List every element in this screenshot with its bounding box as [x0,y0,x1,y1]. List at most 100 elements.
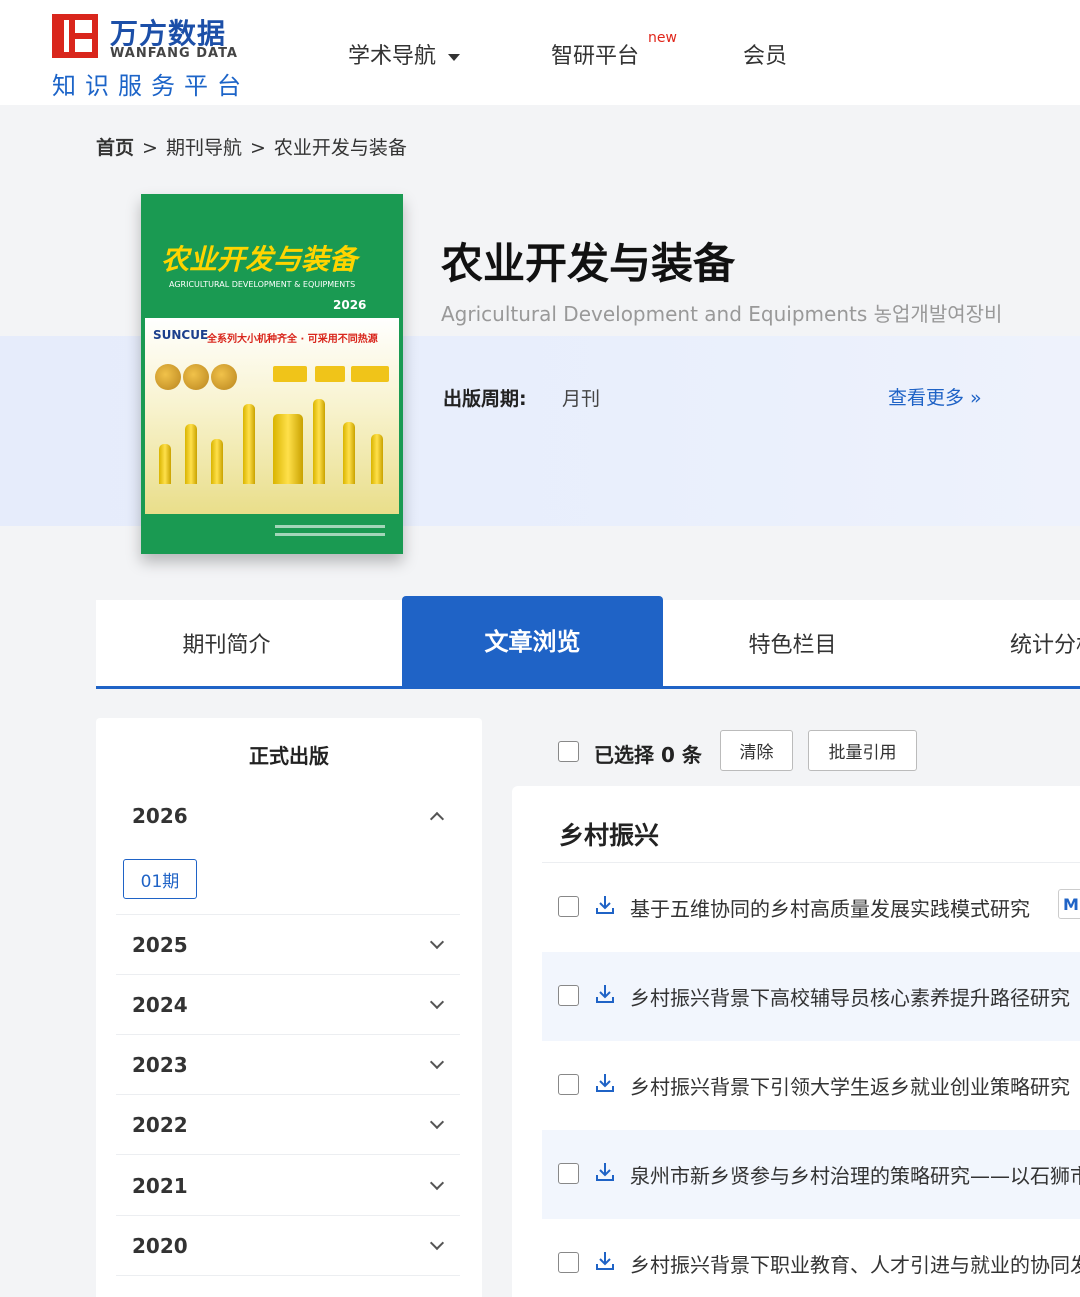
batch-cite-button[interactable]: 批量引用 [808,730,917,771]
article-title[interactable]: 乡村振兴背景下高校辅导员核心素养提升路径研究 [630,982,1070,1011]
year-row-2025[interactable]: 2025 [116,915,460,975]
silo-icon [185,424,197,484]
year-sidebar: 正式出版 2026 2025 2024 2023 2022 2021 2020 [96,718,482,1297]
year-label: 2021 [132,1174,188,1198]
year-row-2023[interactable]: 2023 [116,1035,460,1095]
wanfang-logo[interactable]: 万方数据 WANFANG DATA 知识服务平台 [52,12,252,100]
section-title: 乡村振兴 [559,821,660,850]
download-icon[interactable] [594,893,616,917]
article-row: 乡村振兴背景下引领大学生返乡就业创业策略研究 [542,1041,1080,1130]
new-badge: new [648,30,677,46]
cover-advert: SUNCUE 全系列大小机种齐全 · 可采用不同热源 [145,318,399,514]
clear-button[interactable]: 清除 [720,730,793,771]
year-row-2026[interactable]: 2026 [116,786,460,846]
grain-icon [183,364,209,390]
download-icon[interactable] [594,1071,616,1095]
breadcrumb-home[interactable]: 首页 [96,137,134,159]
cover-slogan: 全系列大小机种齐全 · 可采用不同热源 [207,334,378,345]
chevron-down-icon [429,1235,445,1251]
issue-chip-01[interactable]: 01期 [123,859,197,899]
select-all-checkbox[interactable] [558,741,579,762]
download-icon[interactable] [594,982,616,1006]
silo-icon [273,414,303,484]
nav-research-platform-label: 智研平台 [551,44,640,69]
dryer-machine-icon [273,366,307,382]
breadcrumb: 首页 > 期刊导航 > 农业开发与装备 [96,133,407,160]
year-label: 2022 [132,1113,188,1137]
top-header: 万方数据 WANFANG DATA 知识服务平台 学术导航 智研平台 new 会… [0,0,1080,105]
article-row: 基于五维协同的乡村高质量发展实践模式研究 M [542,863,1080,952]
silo-icon [211,439,223,484]
journal-subtitle: Agricultural Development and Equipments … [441,302,1003,326]
article-checkbox[interactable] [558,1252,579,1273]
logo-mark-icon [52,14,98,58]
dryer-machine-icon [315,366,345,382]
cover-title: 农业开发与装备 [161,243,358,276]
cover-year: 2026 [333,298,367,312]
tab-featured-columns[interactable]: 特色栏目 [662,600,923,686]
chevron-down-icon [429,1114,445,1130]
breadcrumb-current: 农业开发与装备 [273,137,407,159]
year-label: 2026 [132,804,188,828]
article-checkbox[interactable] [558,896,579,917]
selected-count: 已选择 0 条 [594,743,702,767]
year-row-2022[interactable]: 2022 [116,1095,460,1155]
chevron-down-icon [429,994,445,1010]
silo-icon [159,444,171,484]
year-row-2024[interactable]: 2024 [116,975,460,1035]
nav-membership-label: 会员 [743,44,788,69]
silo-icon [243,404,255,484]
chevron-down-icon [429,1054,445,1070]
year-row-2021[interactable]: 2021 [116,1156,460,1216]
journal-tabs: 期刊简介 文章浏览 特色栏目 统计分析 [96,596,1080,689]
download-icon[interactable] [594,1160,616,1184]
article-panel: 乡村振兴 基于五维协同的乡村高质量发展实践模式研究 M 乡村振兴背景下高校辅导员… [512,786,1080,1297]
logo-subtitle: 知识服务平台 [52,72,250,100]
breadcrumb-journal-nav[interactable]: 期刊导航 [166,137,242,159]
sidebar-title: 正式出版 [249,744,329,768]
article-row: 乡村振兴背景下高校辅导员核心素养提升路径研究 [542,952,1080,1041]
silo-icon [343,422,355,484]
article-checkbox[interactable] [558,1074,579,1095]
year-label: 2020 [132,1234,188,1258]
article-title[interactable]: 乡村振兴背景下职业教育、人才引进与就业的协同发展研究 [630,1249,1080,1278]
period-value: 月刊 [562,388,601,410]
logo-text-en: WANFANG DATA [110,46,238,61]
journal-cover-image: 农业开发与装备 AGRICULTURAL DEVELOPMENT & EQUIP… [141,194,403,554]
grain-icon [155,364,181,390]
article-title[interactable]: 乡村振兴背景下引领大学生返乡就业创业策略研究 [630,1071,1070,1100]
article-checkbox[interactable] [558,1163,579,1184]
nav-academic-guide[interactable]: 学术导航 [348,38,461,70]
cover-footer [145,520,399,550]
chevron-down-icon [429,934,445,950]
chevron-up-icon [429,811,445,827]
year-label: 2024 [132,993,188,1017]
cover-brand: SUNCUE [153,328,209,342]
article-row: 泉州市新乡贤参与乡村治理的策略研究——以石狮市为例 [542,1130,1080,1219]
article-row: 乡村振兴背景下职业教育、人才引进与就业的协同发展研究 [542,1219,1080,1297]
article-title[interactable]: 基于五维协同的乡村高质量发展实践模式研究 [630,893,1030,922]
nav-academic-guide-label: 学术导航 [348,44,437,69]
tab-journal-intro[interactable]: 期刊简介 [96,600,357,686]
year-label: 2025 [132,933,188,957]
caret-down-icon [448,53,461,61]
dryer-machine-icon [351,366,389,382]
article-checkbox[interactable] [558,985,579,1006]
breadcrumb-sep: > [249,137,266,159]
cover-en-title: AGRICULTURAL DEVELOPMENT & EQUIPMENTS [169,280,356,289]
download-icon[interactable] [594,1249,616,1273]
year-row-2020[interactable]: 2020 [116,1216,460,1276]
breadcrumb-sep: > [142,137,158,159]
view-more-link[interactable]: 查看更多 » [888,383,982,410]
year-label: 2023 [132,1053,188,1077]
nav-research-platform[interactable]: 智研平台 [551,38,639,70]
silo-icon [371,434,383,484]
article-title[interactable]: 泉州市新乡贤参与乡村治理的策略研究——以石狮市为例 [630,1160,1080,1189]
article-m-badge: M [1058,889,1080,919]
tab-article-browse[interactable]: 文章浏览 [402,596,663,686]
chevron-down-icon [429,1175,445,1191]
tab-statistics[interactable]: 统计分析 [922,600,1080,686]
silo-icon [313,399,325,484]
journal-title: 农业开发与装备 [441,239,736,288]
nav-membership[interactable]: 会员 [743,38,787,70]
